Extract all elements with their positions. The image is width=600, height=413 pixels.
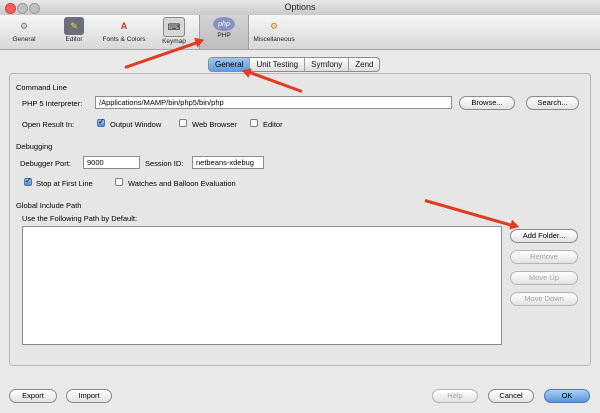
minimize-window-button[interactable] bbox=[17, 3, 28, 14]
stop-first-line-checkbox[interactable] bbox=[24, 176, 32, 186]
watches-checkbox[interactable] bbox=[115, 178, 123, 186]
help-button[interactable]: Help bbox=[432, 389, 478, 403]
toolbar-label-keymap: Keymap bbox=[162, 38, 186, 45]
debugging-heading: Debugging bbox=[16, 142, 53, 151]
cancel-button[interactable]: Cancel bbox=[488, 389, 534, 403]
close-window-button[interactable] bbox=[5, 3, 16, 14]
toolbar-label-miscellaneous: Miscellaneous bbox=[253, 36, 295, 43]
watches-label: Watches and Balloon Evaluation bbox=[128, 179, 236, 188]
editor-icon: ✎ bbox=[64, 17, 84, 35]
stop-first-line-label: Stop at First Line bbox=[36, 179, 93, 188]
tab-symfony[interactable]: Symfony bbox=[305, 58, 350, 71]
include-path-list[interactable] bbox=[22, 226, 502, 345]
use-path-label: Use the Following Path by Default: bbox=[22, 214, 138, 223]
session-id-label: Session ID: bbox=[145, 159, 184, 168]
general-icon: ⚙ bbox=[19, 20, 29, 31]
command-line-heading: Command Line bbox=[16, 83, 67, 92]
include-path-heading: Global Include Path bbox=[16, 201, 82, 210]
web-browser-label: Web Browser bbox=[192, 120, 237, 129]
web-browser-checkbox[interactable] bbox=[179, 119, 187, 127]
debugger-port-field[interactable]: 9000 bbox=[83, 156, 140, 169]
toolbar-item-miscellaneous[interactable]: ⚙ Miscellaneous bbox=[250, 16, 298, 49]
toolbar-item-fonts-colors[interactable]: A Fonts & Colors bbox=[100, 16, 148, 49]
toolbar-label-php: PHP bbox=[217, 32, 231, 39]
export-button[interactable]: Export bbox=[9, 389, 57, 403]
toolbar-item-editor[interactable]: ✎ Editor bbox=[58, 16, 90, 49]
php-icon: php bbox=[213, 17, 235, 31]
remove-button[interactable]: Remove bbox=[510, 250, 578, 264]
open-result-label: Open Result In: bbox=[22, 120, 75, 129]
window-title: Options bbox=[284, 2, 316, 12]
tab-unit-testing[interactable]: Unit Testing bbox=[250, 58, 306, 71]
tab-zend[interactable]: Zend bbox=[349, 58, 379, 71]
zoom-window-button[interactable] bbox=[29, 3, 40, 14]
ok-button[interactable]: OK bbox=[544, 389, 590, 403]
fonts-colors-icon: A bbox=[120, 21, 128, 31]
editor-option-label: Editor bbox=[263, 120, 283, 129]
search-button[interactable]: Search... bbox=[526, 96, 579, 110]
session-id-field[interactable]: netbeans-xdebug bbox=[192, 156, 264, 169]
miscellaneous-icon: ⚙ bbox=[269, 20, 279, 31]
category-toolbar: ⚙ General ✎ Editor A Fonts & Colors ⌨ Ke… bbox=[0, 15, 600, 50]
php-interpreter-field[interactable]: /Applications/MAMP/bin/php5/bin/php bbox=[95, 96, 452, 109]
move-up-button[interactable]: Move Up bbox=[510, 271, 578, 285]
php-interpreter-label: PHP 5 Interpreter: bbox=[22, 99, 83, 108]
browse-button[interactable]: Browse... bbox=[459, 96, 515, 110]
keymap-icon: ⌨ bbox=[163, 17, 185, 37]
import-button[interactable]: Import bbox=[66, 389, 112, 403]
toolbar-label-general: General bbox=[12, 36, 36, 43]
add-folder-button[interactable]: Add Folder... bbox=[510, 229, 578, 243]
output-window-checkbox[interactable] bbox=[97, 117, 105, 127]
editor-checkbox[interactable] bbox=[250, 119, 258, 127]
title-bar: Options bbox=[0, 0, 600, 16]
output-window-label: Output Window bbox=[110, 120, 162, 129]
toolbar-label-fonts-colors: Fonts & Colors bbox=[102, 36, 146, 43]
toolbar-item-general[interactable]: ⚙ General bbox=[6, 16, 42, 49]
php-tabs: General Unit Testing Symfony Zend bbox=[208, 57, 381, 72]
move-down-button[interactable]: Move Down bbox=[510, 292, 578, 306]
debugger-port-label: Debugger Port: bbox=[20, 159, 71, 168]
options-window: Options ⚙ General ✎ Editor A Fonts & Col… bbox=[0, 0, 600, 413]
toolbar-label-editor: Editor bbox=[65, 36, 83, 43]
toolbar-item-php[interactable]: php PHP bbox=[199, 15, 249, 49]
